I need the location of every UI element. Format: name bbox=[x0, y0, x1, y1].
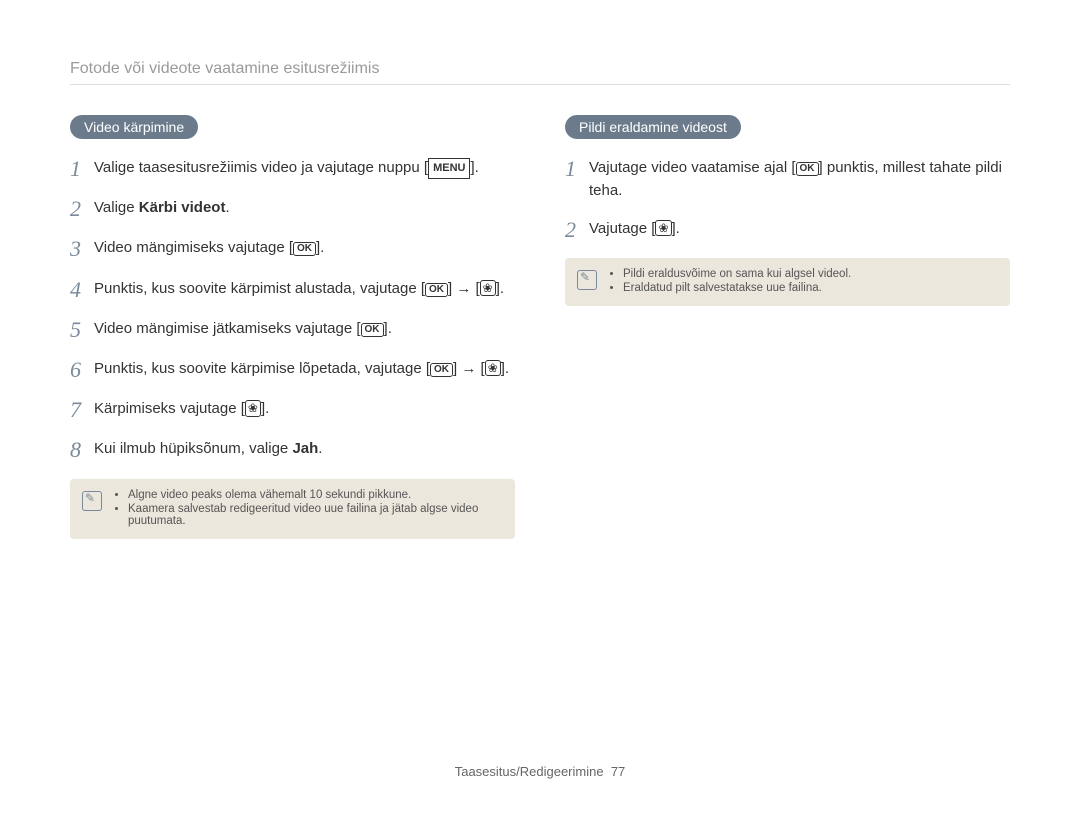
flower-icon: ❀ bbox=[480, 280, 496, 296]
footer-page-number: 77 bbox=[611, 764, 625, 779]
note-icon bbox=[577, 270, 597, 290]
step-item: 1Valige taasesitusrežiimis video ja vaju… bbox=[70, 157, 515, 181]
step-number: 2 bbox=[70, 197, 94, 221]
step-text: Valige Kärbi videot. bbox=[94, 197, 515, 220]
step-number: 1 bbox=[565, 157, 589, 181]
ok-icon: OK bbox=[293, 242, 316, 256]
left-steps-list: 1Valige taasesitusrežiimis video ja vaju… bbox=[70, 157, 515, 463]
left-note-box: Algne video peaks olema vähemalt 10 seku… bbox=[70, 479, 515, 539]
flower-icon: ❀ bbox=[655, 220, 671, 236]
breadcrumb: Fotode või videote vaatamine esitusrežii… bbox=[70, 60, 1010, 85]
step-text: Valige taasesitusrežiimis video ja vajut… bbox=[94, 157, 515, 180]
step-text: Video mängimiseks vajutage [OK]. bbox=[94, 237, 515, 260]
menu-icon: MENU bbox=[428, 158, 470, 179]
note-item: Eraldatud pilt salvestatakse uue failina… bbox=[623, 282, 851, 294]
step-number: 6 bbox=[70, 358, 94, 382]
step-text: Vajutage video vaatamise ajal [OK] punkt… bbox=[589, 157, 1010, 202]
step-text: Kärpimiseks vajutage [❀]. bbox=[94, 398, 515, 421]
section-heading-right: Pildi eraldamine videost bbox=[565, 115, 741, 139]
note-icon bbox=[82, 491, 102, 511]
footer-section: Taasesitus/Redigeerimine bbox=[455, 764, 604, 779]
step-item: 1Vajutage video vaatamise ajal [OK] punk… bbox=[565, 157, 1010, 202]
right-steps-list: 1Vajutage video vaatamise ajal [OK] punk… bbox=[565, 157, 1010, 242]
step-item: 4Punktis, kus soovite kärpimist alustada… bbox=[70, 278, 515, 302]
section-heading-left: Video kärpimine bbox=[70, 115, 198, 139]
step-number: 2 bbox=[565, 218, 589, 242]
ok-icon: OK bbox=[425, 283, 448, 297]
step-text: Video mängimise jätkamiseks vajutage [OK… bbox=[94, 318, 515, 341]
note-item: Algne video peaks olema vähemalt 10 seku… bbox=[128, 489, 501, 501]
step-text: Kui ilmub hüpiksõnum, valige Jah. bbox=[94, 438, 515, 461]
step-item: 2Valige Kärbi videot. bbox=[70, 197, 515, 221]
step-item: 5Video mängimise jätkamiseks vajutage [O… bbox=[70, 318, 515, 342]
step-text: Punktis, kus soovite kärpimist alustada,… bbox=[94, 278, 515, 301]
step-number: 3 bbox=[70, 237, 94, 261]
step-item: 3Video mängimiseks vajutage [OK]. bbox=[70, 237, 515, 261]
note-item: Pildi eraldusvõime on sama kui algsel vi… bbox=[623, 268, 851, 280]
step-item: 8Kui ilmub hüpiksõnum, valige Jah. bbox=[70, 438, 515, 462]
ok-icon: OK bbox=[361, 323, 384, 337]
step-number: 8 bbox=[70, 438, 94, 462]
note-item: Kaamera salvestab redigeeritud video uue… bbox=[128, 503, 501, 527]
ok-icon: OK bbox=[430, 363, 453, 377]
step-item: 6Punktis, kus soovite kärpimise lõpetada… bbox=[70, 358, 515, 382]
right-column: Pildi eraldamine videost 1Vajutage video… bbox=[565, 115, 1010, 539]
step-item: 7Kärpimiseks vajutage [❀]. bbox=[70, 398, 515, 422]
step-number: 1 bbox=[70, 157, 94, 181]
step-item: 2Vajutage [❀]. bbox=[565, 218, 1010, 242]
step-number: 5 bbox=[70, 318, 94, 342]
flower-icon: ❀ bbox=[245, 400, 261, 416]
left-notes: Algne video peaks olema vähemalt 10 seku… bbox=[114, 489, 501, 529]
page-footer: Taasesitus/Redigeerimine 77 bbox=[0, 764, 1080, 779]
step-number: 4 bbox=[70, 278, 94, 302]
flower-icon: ❀ bbox=[485, 360, 501, 376]
step-number: 7 bbox=[70, 398, 94, 422]
step-text: Punktis, kus soovite kärpimise lõpetada,… bbox=[94, 358, 515, 381]
ok-icon: OK bbox=[796, 162, 819, 176]
right-notes: Pildi eraldusvõime on sama kui algsel vi… bbox=[609, 268, 851, 296]
right-note-box: Pildi eraldusvõime on sama kui algsel vi… bbox=[565, 258, 1010, 306]
step-text: Vajutage [❀]. bbox=[589, 218, 1010, 241]
left-column: Video kärpimine 1Valige taasesitusrežiim… bbox=[70, 115, 515, 539]
